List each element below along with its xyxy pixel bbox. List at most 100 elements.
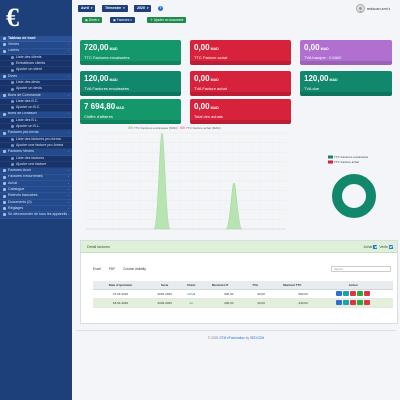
edit-icon[interactable]: [343, 300, 350, 305]
chevron-left-icon: ‹: [68, 111, 69, 116]
footer: © 2020 OTM eFacturation by SEDCOM: [72, 336, 400, 340]
sidebar-item-label: Ventes: [8, 42, 19, 47]
export-excel-button[interactable]: Excel: [93, 267, 101, 271]
kpi-card[interactable]: 120,00MAD TVA Factures encaissées: [80, 71, 181, 96]
search-input[interactable]: Search:: [331, 266, 391, 272]
quarter-dropdown[interactable]: Trimestre ▾: [102, 5, 128, 12]
menu-item-icon: [3, 49, 6, 53]
username: redouan.sml▾: [366, 6, 390, 11]
chevron-left-icon: ‹: [68, 73, 69, 78]
chevron-left-icon: ‹: [68, 180, 69, 185]
year-dropdown[interactable]: 2020 ▾: [134, 5, 152, 12]
kpi-card[interactable]: 0,00MAD Total des achats: [190, 99, 291, 124]
month-label: Avril: [81, 6, 89, 10]
legend-label: TTC Facture achat (MAD): [186, 126, 221, 130]
export-pdf-button[interactable]: PDF: [109, 267, 115, 271]
kpi-label: TVA banque : 0 MAD: [304, 55, 342, 60]
view-icon[interactable]: [336, 300, 343, 305]
kpi-value: 7 694,80MAD: [84, 102, 125, 111]
kpi-label: TTC Facture achat: [194, 55, 228, 60]
kpi-card[interactable]: 720,00MAD TTC Factures encaissées: [80, 40, 181, 65]
cell-date: 07-04-2020: [93, 289, 148, 299]
sidebar-item[interactable]: Se déconnecter de tous les appareils ‹: [0, 212, 72, 219]
top-bar: Avril ▾ Trimestre ▾ 2020 ▾ ? redouan.sml▾ ▣…: [72, 0, 400, 24]
print-icon[interactable]: [357, 291, 364, 296]
add-document-button[interactable]: ＋ Ajouter un document: [147, 17, 187, 23]
export-tools: Excel PDF Column visibility: [93, 267, 154, 271]
user-menu[interactable]: redouan.sml▾: [355, 4, 390, 13]
sidebar-item-label: Ajouter un client: [16, 67, 42, 72]
cell-ttc: 240,00: [270, 298, 314, 308]
kpi-card[interactable]: 0,00MAD TTC Facture achat: [190, 40, 291, 65]
sidebar-item-label: Liste des devis: [16, 80, 40, 84]
sidebar-item-label: Emballeurs clients: [16, 61, 46, 66]
menu-item-icon: [3, 207, 6, 211]
footer-company-link[interactable]: SEDCOM: [250, 336, 264, 340]
kpi-card[interactable]: 0,00MAD TVA banque : 0 MAD: [300, 40, 392, 65]
sidebar-item-label: Réglages: [8, 206, 24, 210]
edit-icon[interactable]: [343, 291, 350, 296]
sidebar-item-label: Liste des factures: [16, 155, 45, 160]
logo[interactable]: €: [0, 0, 72, 36]
table-row[interactable]: 07-04-2020 2002-2025 exhall 600,00 90,00 690,…: [93, 289, 393, 299]
chevron-left-icon: ‹: [68, 193, 69, 198]
chevron-down-icon: ▾: [388, 6, 390, 11]
export-column-visibility-button[interactable]: Column visibility: [123, 267, 146, 271]
kpi-card-footer: [80, 92, 181, 96]
pdf-icon[interactable]: [350, 300, 357, 305]
delete-icon[interactable]: [364, 291, 371, 296]
kpi-value: 0,00MAD: [194, 102, 219, 111]
column-header[interactable]: Montant TTC: [270, 281, 314, 290]
chevron-left-icon: ‹: [68, 199, 69, 204]
view-icon[interactable]: [336, 291, 343, 296]
kpi-card-footer: [190, 92, 291, 96]
column-header[interactable]: TVA: [239, 281, 271, 290]
sidebar-item-label: Liste des B.L.: [16, 117, 38, 122]
column-header[interactable]: Date d'opération: [93, 281, 148, 290]
filter-group: Achat Vente: [364, 245, 395, 249]
sidebar-item-label: Liste des clients: [16, 54, 42, 59]
legend-label: TTC Factures encaissées (MAD): [134, 126, 178, 130]
kpi-card-footer: [190, 120, 291, 124]
factures-button[interactable]: ▣ Factures ▾: [110, 17, 135, 23]
kpi-card[interactable]: 7 694,80MAD Chiffre d'affaires: [80, 99, 181, 124]
help-icon[interactable]: ?: [158, 6, 163, 11]
column-header[interactable]: Action: [313, 281, 393, 290]
table-row[interactable]: 18-04-2020 2002-2025 mi 200,00 40,00 240,00: [93, 298, 393, 308]
menu-item-icon: [11, 106, 14, 110]
kpi-card[interactable]: 0,00MAD TVA Facture achat: [190, 71, 291, 96]
print-icon[interactable]: [357, 300, 364, 305]
delete-icon[interactable]: [364, 300, 371, 305]
footer-brand-link[interactable]: OTM eFacturation: [219, 336, 245, 340]
column-header[interactable]: Serie: [147, 281, 182, 290]
menu-item-icon: [11, 62, 14, 66]
legend-swatch: [180, 126, 185, 129]
sidebar-item-label: Factures pro-forma: [8, 130, 39, 135]
kpi-card[interactable]: 120,00MAD TVA due: [300, 71, 392, 96]
menu-item-icon: [11, 125, 14, 129]
cell-client[interactable]: exhall: [181, 289, 201, 299]
chevron-left-icon: ‹: [68, 206, 69, 210]
cell-client[interactable]: mi: [181, 298, 201, 308]
kpi-label: Chiffre d'affaires: [84, 114, 113, 119]
column-header[interactable]: Montant HT: [200, 281, 240, 290]
sidebar-item-label: Tableau de bord: [8, 36, 36, 40]
kpi-value: 0,00MAD: [194, 74, 219, 83]
month-dropdown[interactable]: Avril ▾: [78, 5, 96, 12]
kpi-label: TVA due: [304, 86, 320, 91]
pdf-icon[interactable]: [350, 291, 357, 296]
menu-item-icon: [3, 93, 6, 97]
chevron-down-icon: ▾: [123, 6, 125, 10]
chevron-left-icon: ‹: [68, 42, 69, 47]
kpi-card-footer: [80, 120, 181, 124]
cell-serie: 2002-2025: [147, 298, 182, 308]
filter-vente-checkbox[interactable]: [389, 245, 393, 249]
sidebar-item-label: Ajouter une facture pro-forma: [16, 143, 63, 147]
filter-achat-checkbox[interactable]: [373, 245, 378, 249]
kpi-value: 0,00MAD: [194, 43, 219, 52]
devis-button[interactable]: ▣ Devis ▾: [82, 17, 103, 23]
legend-swatch: [328, 155, 333, 159]
footer-prefix: © 2020: [207, 336, 220, 340]
column-header[interactable]: Client: [181, 281, 201, 290]
menu-item-icon: [3, 188, 6, 192]
